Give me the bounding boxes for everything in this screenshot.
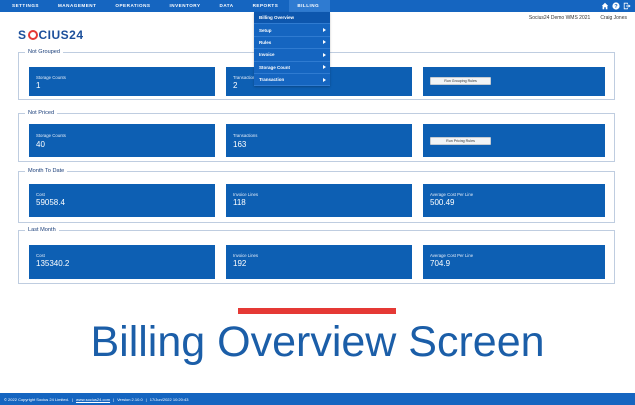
footer-separator: | [113, 396, 115, 402]
tile-value: 500.49 [430, 198, 455, 207]
tile-value: 40 [36, 140, 45, 149]
menu-item-label: Storage Count [259, 64, 290, 70]
socius24-logo[interactable]: S CIUS24 [18, 28, 84, 42]
menu-item-rules[interactable]: Rules [254, 37, 330, 50]
tile-label: Invoice Lines [233, 192, 259, 197]
menu-item-label: Setup [259, 27, 272, 33]
panel-title: Not Priced [25, 110, 58, 116]
menu-item-billing-overview[interactable]: Billing Overview [254, 12, 330, 25]
panel-title: Last Month [25, 227, 59, 233]
tile-label: Average Cost Per Line [430, 253, 474, 258]
run-grouping-rules-button[interactable]: Run Grouping Rules [430, 77, 491, 85]
footer-website-link[interactable]: www.socius24.com [76, 397, 110, 402]
logo-text-left: S [18, 28, 27, 42]
main-nav: SETTINGS MANAGEMENT OPERATIONS INVENTORY… [0, 0, 331, 12]
footer-bar: © 2022 Copyright Socius 24 Limited. | ww… [0, 393, 635, 405]
panel-not-priced: Not Priced Storage Counts 40 Transaction… [18, 110, 615, 162]
nav-data[interactable]: DATA [212, 0, 245, 12]
tile-value: 192 [233, 259, 247, 268]
footer-copyright: © 2022 Copyright Socius 24 Limited. [4, 396, 69, 402]
submenu-arrow-icon [323, 40, 326, 45]
tile-value: 59058.4 [36, 198, 65, 207]
top-icons: ? [601, 0, 631, 12]
nav-inventory[interactable]: INVENTORY [161, 0, 211, 12]
tile-value: 1 [36, 81, 41, 90]
panel-title: Not Grouped [25, 49, 64, 55]
panel-month-to-date: Month To Date Cost 59058.4 Invoice Lines… [18, 168, 615, 223]
tile-cost[interactable]: Cost 135340.2 [29, 245, 215, 279]
tile-cost[interactable]: Cost 59058.4 [29, 184, 215, 217]
panel-title: Month To Date [25, 168, 68, 174]
menu-item-setup[interactable]: Setup [254, 24, 330, 37]
menu-item-storage-count[interactable]: Storage Count [254, 62, 330, 74]
tile-value: 135340.2 [36, 259, 70, 268]
tile-value: 118 [233, 198, 246, 207]
nav-billing[interactable]: BILLING [289, 0, 331, 12]
footer-separator: | [145, 396, 147, 402]
tile-transactions[interactable]: Transactions 163 [226, 124, 412, 157]
panel-last-month: Last Month Cost 135340.2 Invoice Lines 1… [18, 227, 615, 284]
footer-version: Version 2.10.0 [117, 396, 143, 402]
home-icon[interactable] [601, 2, 609, 10]
submenu-arrow-icon [323, 65, 326, 70]
tile-value: 2 [233, 81, 238, 90]
tile-label: Average Cost Per Line [430, 192, 474, 197]
subheader: Socius24 Demo WMS 2021 Craig Jones [529, 15, 627, 21]
run-pricing-rules-button[interactable]: Run Pricing Rules [430, 137, 491, 145]
logo-ring-icon [27, 30, 38, 40]
tile-storage-counts[interactable]: Storage Counts 1 [29, 67, 215, 96]
logout-icon[interactable] [623, 2, 631, 10]
nav-management[interactable]: MANAGEMENT [50, 0, 107, 12]
tile-value: 704.9 [430, 259, 451, 268]
tile-label: Cost [36, 253, 45, 258]
menu-item-label: Rules [259, 39, 272, 45]
footer-datetime: 17/Jun/2022 10:20:43 [149, 396, 189, 402]
menu-item-label: Billing Overview [259, 15, 295, 21]
user-name[interactable]: Craig Jones [600, 15, 627, 21]
tile-invoice-lines[interactable]: Invoice Lines 192 [226, 245, 412, 279]
tile-label: Invoice Lines [233, 253, 259, 258]
nav-operations[interactable]: OPERATIONS [107, 0, 161, 12]
screen-caption: Billing Overview Screen [90, 318, 545, 366]
menu-item-label: Invoice [259, 52, 275, 58]
billing-dropdown-menu: Billing Overview Setup Rules Invoice Sto… [254, 12, 330, 87]
tile-label: Storage Counts [36, 75, 66, 80]
footer-separator: | [71, 396, 74, 402]
tile-invoice-lines[interactable]: Invoice Lines 118 [226, 184, 412, 217]
company-name: Socius24 Demo WMS 2021 [528, 15, 591, 21]
nav-settings[interactable]: SETTINGS [4, 0, 50, 12]
tile-average-cost-per-line[interactable]: Average Cost Per Line 704.9 [423, 245, 605, 279]
menu-item-invoice[interactable]: Invoice [254, 49, 330, 62]
menu-item-label: Transaction [259, 77, 285, 83]
tile-label: Cost [36, 192, 45, 197]
tile-label: Storage Counts [36, 133, 66, 138]
submenu-arrow-icon [323, 52, 326, 57]
tile-label: Transactions [233, 133, 258, 138]
submenu-arrow-icon [323, 77, 326, 82]
submenu-arrow-icon [323, 28, 326, 33]
tile-run-grouping: Run Grouping Rules [423, 67, 605, 96]
tile-average-cost-per-line[interactable]: Average Cost Per Line 500.49 [423, 184, 605, 217]
menu-item-transaction[interactable]: Transaction [254, 74, 330, 87]
top-nav-bar: SETTINGS MANAGEMENT OPERATIONS INVENTORY… [0, 0, 635, 12]
help-icon[interactable]: ? [612, 2, 620, 10]
caption-accent-line [238, 308, 396, 314]
tile-run-pricing: Run Pricing Rules [423, 124, 605, 157]
nav-reports[interactable]: REPORTS [245, 0, 290, 12]
logo-text-right: CIUS24 [38, 28, 84, 42]
tile-storage-counts[interactable]: Storage Counts 40 [29, 124, 215, 157]
tile-value: 163 [233, 140, 247, 149]
svg-text:?: ? [614, 4, 618, 10]
